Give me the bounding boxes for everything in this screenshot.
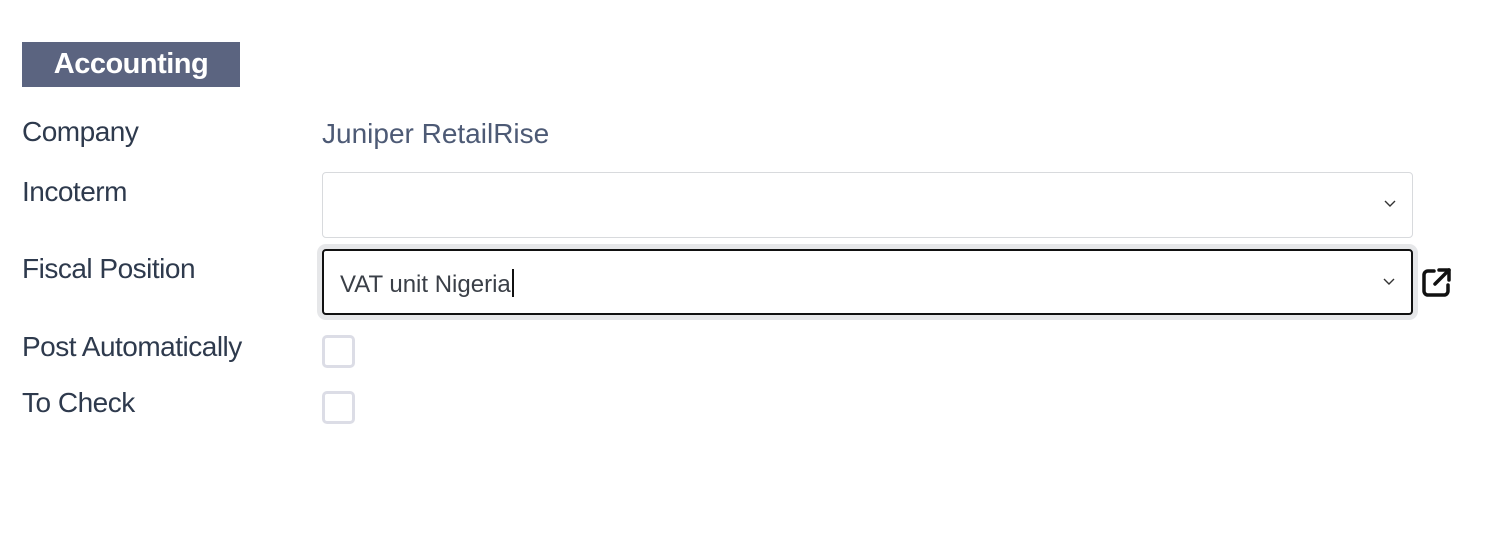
fiscal-position-input[interactable]: VAT unit Nigeria [340,269,514,299]
accounting-form: Accounting Company Juniper RetailRise In… [0,0,1509,537]
text-caret [511,269,514,297]
chevron-down-icon[interactable] [1381,273,1397,289]
post-automatically-label: Post Automatically [22,331,242,362]
fiscal-position-select[interactable]: VAT unit Nigeria [322,249,1413,315]
chevron-down-icon[interactable] [1382,195,1398,211]
to-check-checkbox[interactable] [322,391,355,424]
company-label: Company [22,116,139,147]
fiscal-position-label: Fiscal Position [22,253,196,284]
external-link-icon[interactable] [1420,265,1454,299]
incoterm-select[interactable] [322,172,1413,238]
company-value: Juniper RetailRise [322,118,550,149]
section-title: Accounting [22,42,240,87]
incoterm-label: Incoterm [22,176,127,207]
post-automatically-checkbox[interactable] [322,335,355,368]
to-check-label: To Check [22,387,135,418]
